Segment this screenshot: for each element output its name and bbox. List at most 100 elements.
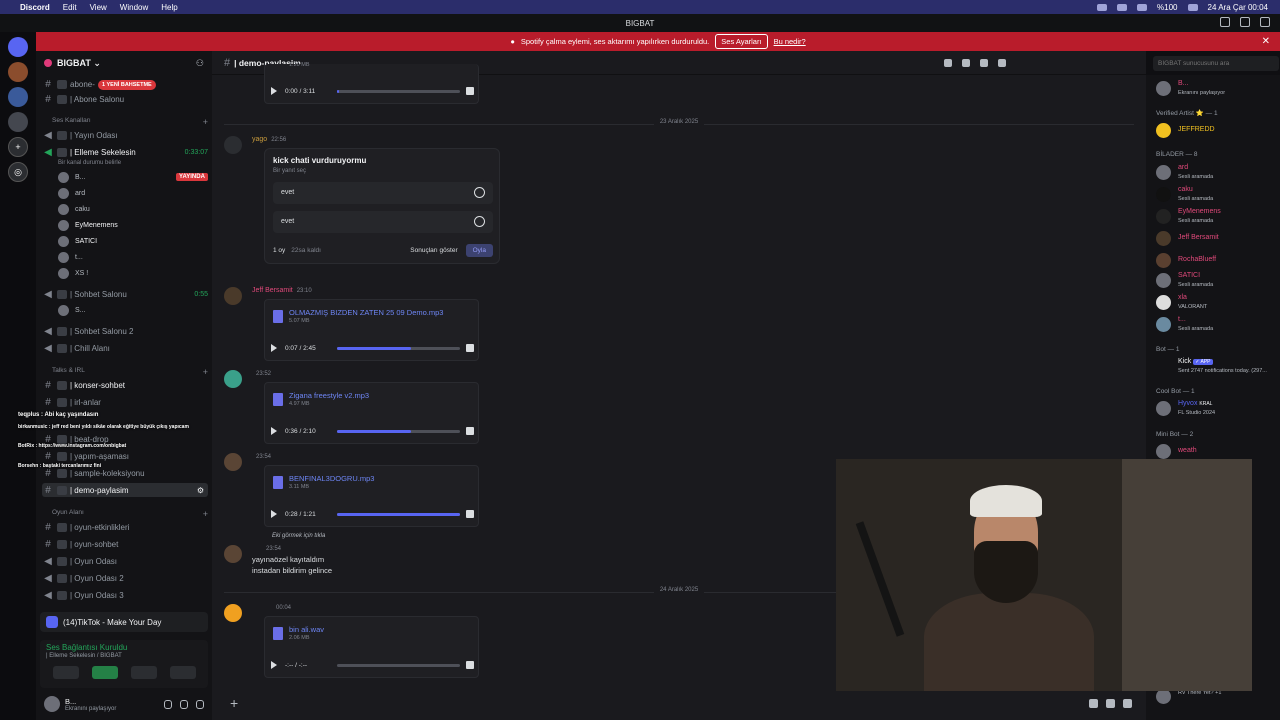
member-item[interactable]: Jeff Bersamit: [1156, 229, 1280, 249]
voice-channel-oyun-odasi-3[interactable]: ◀ | Oyun Odası 3: [42, 588, 208, 602]
file-name[interactable]: BENFINAL3DOGRU.mp3: [289, 474, 374, 483]
file-name[interactable]: OLMAZMIŞ BIZDEN ZATEN 25 09 Demo.mp3: [289, 308, 443, 317]
poll-option[interactable]: evet: [273, 211, 493, 233]
discover-icon[interactable]: ◎: [8, 162, 28, 182]
menu-edit[interactable]: Edit: [63, 3, 77, 12]
microphone-icon[interactable]: [164, 699, 172, 709]
member-item[interactable]: EyMenemens Sesli aramada: [1156, 207, 1280, 227]
server-icon[interactable]: [8, 62, 28, 82]
vote-button[interactable]: Oyla: [465, 244, 493, 257]
gift-icon[interactable]: [1089, 698, 1098, 708]
server-icon[interactable]: [8, 112, 28, 132]
voice-user[interactable]: caku: [58, 203, 90, 215]
category-game[interactable]: Oyun Alanı +: [52, 509, 208, 519]
dm-home-icon[interactable]: [8, 37, 28, 57]
channel-demo-paylasim[interactable]: # | demo-paylasim ⚙: [42, 483, 208, 497]
channel-irl-anlar[interactable]: # | irl-anlar: [42, 395, 208, 409]
play-icon[interactable]: [271, 344, 277, 352]
avatar[interactable]: [224, 370, 242, 388]
member-item[interactable]: xla VALORANT: [1156, 293, 1280, 313]
bell-icon[interactable]: [962, 58, 970, 67]
voice-user[interactable]: XS !: [58, 267, 88, 279]
show-results-button[interactable]: Sonuçları göster: [410, 247, 457, 254]
clock[interactable]: 24 Ara Çar 00:04: [1208, 3, 1268, 12]
close-icon[interactable]: ✕: [1262, 36, 1270, 47]
activities-icon[interactable]: [130, 666, 157, 679]
avatar[interactable]: [224, 287, 242, 305]
voice-user[interactable]: B...: [58, 171, 86, 183]
volume-icon[interactable]: [466, 427, 474, 435]
screen-share-icon[interactable]: [1097, 3, 1108, 11]
avatar[interactable]: [224, 136, 242, 154]
channel-yapim-asamasi[interactable]: # | yapım-aşaması: [42, 449, 208, 463]
poll-option[interactable]: evet: [273, 182, 493, 204]
avatar[interactable]: [224, 604, 242, 622]
radio-icon[interactable]: [474, 187, 485, 198]
voice-channel-oyun-odasi-2[interactable]: ◀ | Oyun Odası 2: [42, 571, 208, 585]
invite-icon[interactable]: ⚇: [196, 58, 204, 69]
member-item[interactable]: Hyvox KRAL FL Studio 2024: [1156, 399, 1280, 419]
message-author[interactable]: Jeff Bersamit: [252, 287, 293, 294]
add-channel-icon[interactable]: +: [203, 117, 208, 127]
member-item[interactable]: RochaBlueff: [1156, 251, 1280, 271]
channel-oyun-sohbet[interactable]: # | oyun-sohbet: [42, 537, 208, 551]
menu-window[interactable]: Window: [120, 3, 148, 12]
wifi-icon[interactable]: [1187, 3, 1198, 11]
threads-icon[interactable]: [944, 58, 952, 67]
member-item[interactable]: Kick ✓ APP Sent 2747 notifications today.…: [1156, 357, 1280, 377]
channel-abone-salonu[interactable]: # | Abone Salonu: [42, 92, 208, 106]
bluetooth-icon[interactable]: [1117, 3, 1128, 11]
voice-user[interactable]: EyMenemens: [58, 219, 118, 231]
member-item[interactable]: caku Sesli aramada: [1156, 185, 1280, 205]
voice-user[interactable]: t...: [58, 251, 83, 263]
volume-icon[interactable]: [466, 344, 474, 352]
add-channel-icon[interactable]: +: [203, 367, 208, 377]
add-channel-icon[interactable]: +: [203, 509, 208, 519]
voice-channel-sohbet[interactable]: ◀ | Sohbet Salonu 0:55: [42, 287, 208, 301]
gear-icon[interactable]: ⚙: [197, 486, 204, 495]
pin-icon[interactable]: [980, 58, 988, 67]
sticker-icon[interactable]: [1123, 698, 1132, 708]
add-attachment-icon[interactable]: +: [230, 695, 238, 711]
voice-channel-oyun-odasi[interactable]: ◀ | Oyun Odası: [42, 554, 208, 568]
screen-share-icon[interactable]: [91, 666, 118, 679]
menu-view[interactable]: View: [90, 3, 107, 12]
message-author[interactable]: yago: [252, 136, 267, 143]
members-icon[interactable]: [998, 58, 1006, 67]
new-mention-badge[interactable]: 1 YENİ BAHSETME: [98, 80, 156, 90]
category-talks[interactable]: Talks & IRL +: [52, 367, 208, 377]
audio-seekbar[interactable]: [337, 429, 460, 433]
add-server-icon[interactable]: +: [8, 137, 28, 157]
member-item[interactable]: ard Sesli aramada: [1156, 163, 1280, 183]
audio-seekbar[interactable]: [337, 89, 460, 93]
avatar[interactable]: [44, 696, 60, 712]
what-is-this-link[interactable]: Bu nedir?: [774, 37, 806, 46]
file-name[interactable]: bin ali.wav: [289, 625, 324, 634]
window-icon[interactable]: [1240, 17, 1250, 27]
member-item[interactable]: JEFFREDD: [1156, 121, 1280, 141]
play-icon[interactable]: [271, 427, 277, 435]
soundboard-icon[interactable]: [169, 666, 196, 679]
avatar[interactable]: [224, 453, 242, 471]
message-composer[interactable]: +: [224, 692, 1134, 714]
volume-icon[interactable]: [466, 87, 474, 95]
gear-icon[interactable]: [196, 699, 204, 709]
avatar[interactable]: [224, 545, 242, 563]
play-icon[interactable]: [271, 87, 277, 95]
member-item[interactable]: SATICI Sesli aramada: [1156, 271, 1280, 291]
menu-app[interactable]: Discord: [20, 3, 50, 12]
channel-status[interactable]: Bir kanal durumu belirle: [58, 157, 121, 169]
sound-settings-button[interactable]: Ses Ayarları: [715, 34, 768, 49]
gif-icon[interactable]: [1106, 698, 1115, 708]
guild-header[interactable]: BIGBAT ⌄ ⚇: [36, 51, 212, 75]
menu-help[interactable]: Help: [161, 3, 177, 12]
volume-icon[interactable]: [466, 510, 474, 518]
member-item[interactable]: B... Ekranını paylaşıyor: [1156, 79, 1280, 99]
play-icon[interactable]: [271, 510, 277, 518]
voice-channel-chill[interactable]: ◀ | Chill Alanı: [42, 341, 208, 355]
voice-user[interactable]: ard: [58, 187, 85, 199]
channel-konser-sohbet[interactable]: # | konser-sohbet: [42, 378, 208, 392]
member-item[interactable]: t... Sesli aramada: [1156, 315, 1280, 335]
server-icon[interactable]: [8, 87, 28, 107]
audio-seekbar[interactable]: [337, 512, 460, 516]
